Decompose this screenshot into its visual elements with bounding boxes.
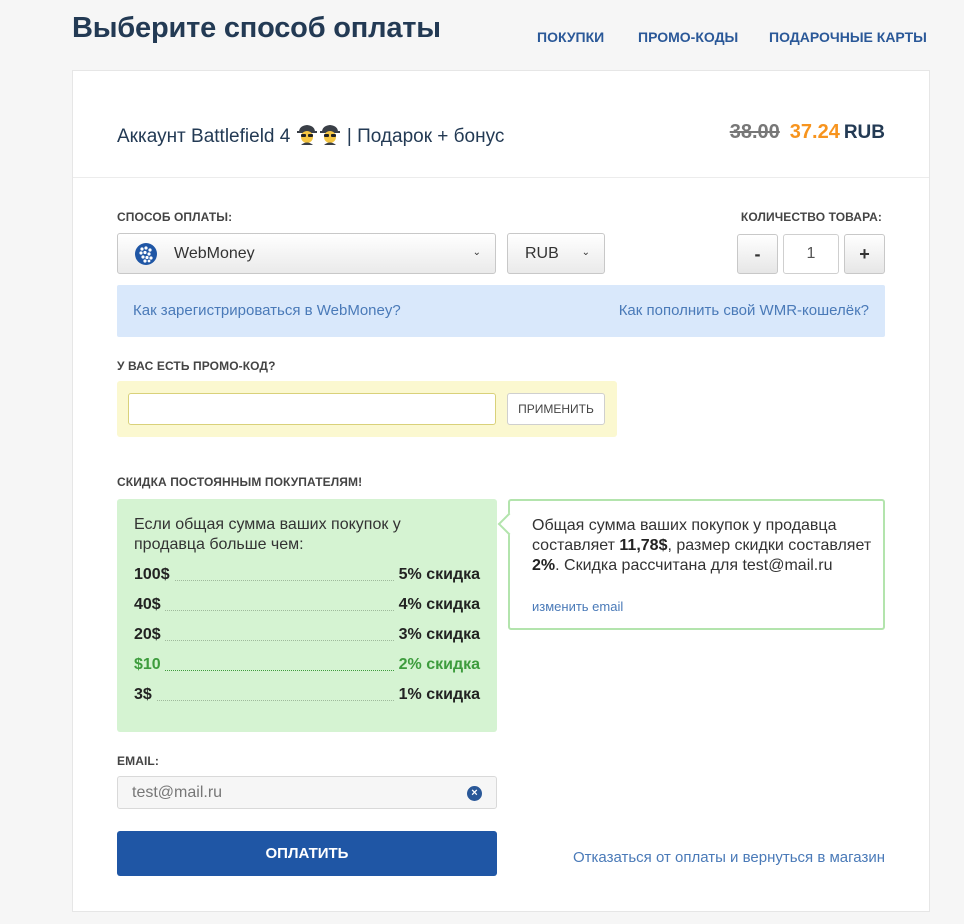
purchase-total: 11,78$: [619, 537, 668, 554]
tier-amount: $10: [134, 656, 165, 674]
promo-code-input[interactable]: [128, 393, 496, 425]
currency-value: RUB: [525, 245, 559, 262]
top-nav: ПОКУПКИ ПРОМО-КОДЫ ПОДАРОЧНЫЕ КАРТЫ: [0, 29, 964, 49]
nav-purchases-link[interactable]: ПОКУПКИ: [537, 29, 604, 45]
discount-tier-row: 3$ 1% скидка: [134, 686, 480, 706]
promo-code-label: У ВАС ЕСТЬ ПРОМО-КОД?: [117, 359, 276, 373]
tier-percent: 4% скидка: [394, 596, 480, 614]
divider: [73, 177, 929, 178]
payment-method-label: СПОСОБ ОПЛАТЫ:: [117, 210, 233, 224]
discount-tier-row: 20$ 3% скидка: [134, 626, 480, 646]
topup-wallet-link[interactable]: Как пополнить свой WMR-кошелёк?: [619, 302, 869, 319]
tier-amount: 20$: [134, 626, 165, 644]
tier-amount: 100$: [134, 566, 174, 584]
discount-tiers-box: Если общая сумма ваших покупок у продавц…: [117, 499, 497, 732]
pay-button[interactable]: ОПЛАТИТЬ: [117, 831, 497, 876]
quantity-input[interactable]: 1: [783, 234, 839, 274]
discount-rate: 2%: [532, 557, 556, 574]
chevron-down-icon: ⌄: [581, 247, 590, 258]
summary-pointer: [497, 512, 521, 536]
webmoney-info-bar: Как зарегистрироваться в WebMoney? Как п…: [117, 285, 885, 337]
change-email-link[interactable]: изменить email: [532, 599, 623, 614]
discount-tier-row-active: $10 2% скидка: [134, 656, 480, 676]
old-price: 38.00: [729, 121, 780, 143]
cancel-and-return-link[interactable]: Отказаться от оплаты и вернуться в магаз…: [573, 849, 885, 866]
currency-select[interactable]: RUB ⌄: [507, 233, 605, 274]
email-field[interactable]: test@mail.ru ×: [117, 776, 497, 809]
quantity-decrease-button[interactable]: -: [737, 234, 778, 274]
product-title-main: Аккаунт Battlefield 4: [117, 126, 291, 147]
tier-percent: 5% скидка: [394, 566, 480, 584]
price-block: 38.00 37.24 RUB: [730, 121, 885, 144]
email-label: EMAIL:: [117, 754, 159, 768]
tier-percent: 2% скидка: [394, 656, 480, 674]
tier-amount: 40$: [134, 596, 165, 614]
discount-summary-box: Общая сумма ваших покупок у продавца сос…: [497, 499, 885, 630]
new-price: 37.24: [789, 121, 840, 143]
chevron-down-icon: ⌄: [472, 247, 481, 258]
product-title-suffix: | Подарок + бонус: [346, 126, 505, 147]
discount-summary-text: Общая сумма ваших покупок у продавца сос…: [532, 517, 872, 574]
price-currency: RUB: [843, 122, 885, 143]
register-webmoney-link[interactable]: Как зарегистрироваться в WebMoney?: [133, 302, 401, 319]
quantity-increase-button[interactable]: +: [844, 234, 885, 274]
webmoney-globe-icon: [135, 243, 157, 265]
email-value: test@mail.ru: [132, 784, 223, 801]
promo-code-box: ПРИМЕНИТЬ: [117, 381, 617, 437]
discount-tier-row: 40$ 4% скидка: [134, 596, 480, 616]
quantity-label: КОЛИЧЕСТВО ТОВАРА:: [740, 210, 882, 224]
discount-intro: Если общая сумма ваших покупок у продавц…: [134, 516, 401, 553]
loyalty-discount-label: СКИДКА ПОСТОЯННЫМ ПОКУПАТЕЛЯМ!: [117, 475, 363, 489]
tier-percent: 3% скидка: [394, 626, 480, 644]
nav-gift-cards-link[interactable]: ПОДАРОЧНЫЕ КАРТЫ: [769, 29, 927, 45]
clear-input-icon[interactable]: ×: [467, 786, 482, 801]
discount-tier-row: 100$ 5% скидка: [134, 566, 480, 586]
tier-percent: 1% скидка: [394, 686, 480, 704]
apply-promo-button[interactable]: ПРИМЕНИТЬ: [507, 393, 605, 425]
nav-promo-codes-link[interactable]: ПРОМО-КОДЫ: [638, 29, 738, 45]
product-title: Аккаунт Battlefield 4 | Подарок + бонус: [117, 123, 504, 148]
tier-amount: 3$: [134, 686, 156, 704]
payment-method-select[interactable]: WebMoney ⌄: [117, 233, 496, 274]
checkout-card: Аккаунт Battlefield 4 | Подарок + бонус: [72, 70, 930, 912]
payment-method-value: WebMoney: [174, 245, 255, 262]
spy-emoji-icon: [296, 125, 340, 145]
